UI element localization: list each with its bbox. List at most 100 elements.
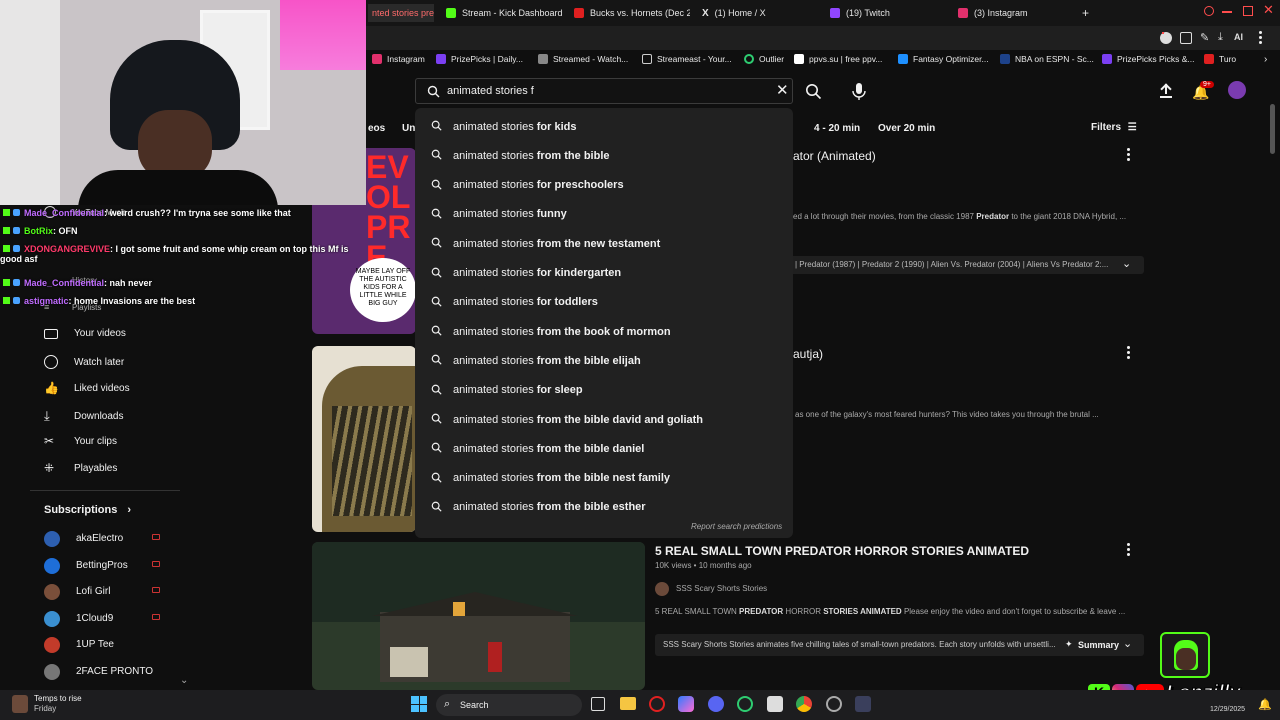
copilot-icon[interactable] (678, 696, 694, 712)
bookmark-fantasy[interactable]: Fantasy Optimizer... (898, 54, 989, 64)
close-window-icon[interactable]: ✕ (1263, 2, 1274, 18)
result-title[interactable]: 5 REAL SMALL TOWN PREDATOR HORROR STORIE… (655, 544, 1029, 558)
puzzle-icon[interactable] (1180, 32, 1192, 44)
bookmark-nba-espn[interactable]: NBA on ESPN - Sc... (1000, 54, 1094, 64)
report-predictions-link[interactable]: Report search predictions (691, 522, 782, 531)
capcut-icon[interactable] (767, 696, 783, 712)
more-options-icon[interactable] (1127, 543, 1133, 557)
app-icon[interactable] (855, 696, 871, 712)
tab-x[interactable]: X (1) Home / X (702, 4, 802, 22)
opera-icon[interactable] (649, 696, 665, 712)
tab-bucks-hornets[interactable]: Bucks vs. Hornets (Dec 2 (574, 4, 690, 22)
result-thumbnail-3[interactable] (312, 542, 645, 690)
bookmark-ppvs[interactable]: ppvs.su | free ppv... (794, 54, 882, 64)
tab-kick[interactable]: Stream - Kick Dashboard (446, 4, 566, 22)
new-tab-button[interactable]: + (1082, 4, 1094, 22)
subscription-item[interactable]: akaElectro (44, 531, 174, 547)
file-explorer-icon[interactable] (620, 697, 636, 710)
search-box[interactable]: animated stories f ✕ (415, 78, 793, 104)
chevron-down-icon[interactable]: ⌄ (1123, 637, 1132, 650)
search-suggestion[interactable]: animated stories for kids (415, 112, 793, 141)
bookmarks-more-icon[interactable]: › (1264, 54, 1267, 65)
menu-icon[interactable] (1259, 31, 1267, 45)
sidebar-item-playables[interactable]: ⁜ Playables (44, 461, 117, 475)
notification-center-icon[interactable]: 🔔 (1258, 698, 1272, 711)
filters-button[interactable]: Filters ☰ (1091, 122, 1137, 133)
chip-over-20-min[interactable]: Over 20 min (872, 118, 941, 138)
search-suggestion[interactable]: animated stories from the bible daniel (415, 434, 793, 463)
obs-icon[interactable] (737, 696, 753, 712)
maximize-icon[interactable] (1243, 6, 1253, 16)
bookmark-streamed[interactable]: Streamed - Watch... (538, 54, 628, 64)
bookmark-instagram[interactable]: Instagram (372, 54, 425, 64)
sidebar-scroll-down-icon[interactable]: ⌄ (180, 675, 188, 686)
avatar[interactable] (1228, 81, 1246, 99)
search-suggestion[interactable]: animated stories from the bible nest fam… (415, 464, 793, 493)
search-tabs-icon[interactable] (1204, 6, 1214, 16)
bookmark-outlier[interactable]: Outlier (744, 54, 784, 64)
subscription-item[interactable]: 1UP Tee (44, 637, 174, 654)
task-view-icon[interactable] (591, 697, 605, 711)
sidebar-item-downloads[interactable]: ⤓ Downloads (44, 408, 123, 424)
result-title[interactable]: autja) (793, 347, 823, 361)
subscription-item[interactable]: Lofi Girl (44, 584, 174, 601)
summary-button[interactable]: Summary (1078, 640, 1119, 650)
subscription-item[interactable]: 1Cloud9 (44, 610, 174, 627)
chrome-icon[interactable] (796, 696, 812, 712)
taskbar-search[interactable]: ⌕ Search (436, 694, 582, 716)
clear-search-icon[interactable]: ✕ (776, 81, 789, 99)
bookmark-prizepicks-picks[interactable]: PrizePicks Picks &... (1102, 54, 1194, 64)
sidebar-item-liked-videos[interactable]: 👍 Liked videos (44, 381, 130, 395)
search-suggestion[interactable]: animated stories from the book of mormon (415, 317, 793, 346)
upload-icon[interactable] (1160, 83, 1172, 98)
bookmark-streameast[interactable]: Streameast - Your... (642, 54, 732, 64)
search-suggestion[interactable]: animated stories for kindergarten (415, 259, 793, 288)
channel-avatar[interactable] (655, 582, 669, 596)
result-title[interactable]: ator (Animated) (793, 149, 876, 163)
sidebar-item-your-videos[interactable]: Your videos (44, 328, 126, 339)
search-suggestion[interactable]: animated stories from the bible esther (415, 493, 793, 522)
subscriptions-title: Subscriptions (44, 504, 118, 516)
search-input[interactable]: animated stories f (447, 85, 534, 97)
search-suggestion[interactable]: animated stories from the new testament (415, 229, 793, 258)
download-icon[interactable]: ⤓ (1218, 31, 1223, 44)
channel-name[interactable]: SSS Scary Shorts Stories (676, 584, 767, 593)
chip-4-20-min[interactable]: 4 - 20 min (808, 118, 866, 138)
tab-twitch[interactable]: (19) Twitch (830, 4, 930, 22)
result-thumbnail-2[interactable] (312, 346, 416, 532)
search-suggestion[interactable]: animated stories funny (415, 200, 793, 229)
sidebar-item-watch-later[interactable]: Watch later (44, 355, 124, 369)
weather-icon[interactable] (12, 695, 28, 713)
more-options-icon[interactable] (1127, 148, 1133, 162)
tab-active[interactable]: nted stories preda (368, 4, 434, 22)
subscription-item[interactable]: BettingPros (44, 557, 174, 574)
search-suggestion[interactable]: animated stories from the bible elijah (415, 346, 793, 375)
chapters-bar[interactable]: | Predator (1987) | Predator 2 (1990) | … (790, 256, 1144, 274)
suggestion-text: animated stories from the bible daniel (453, 443, 644, 455)
subscription-item[interactable]: 2FACE PRONTO (44, 664, 174, 680)
discord-icon[interactable] (708, 696, 724, 712)
search-suggestion[interactable]: animated stories from the bible david an… (415, 405, 793, 434)
minimize-icon[interactable] (1222, 11, 1232, 13)
search-suggestion[interactable]: animated stories for preschoolers (415, 171, 793, 200)
subscriptions-header[interactable]: Subscriptions › (44, 504, 131, 516)
search-suggestion[interactable]: animated stories from the bible (415, 141, 793, 170)
bookmark-prizepicks[interactable]: PrizePicks | Daily... (436, 54, 523, 64)
voice-search-button[interactable] (852, 83, 866, 105)
ai-button[interactable]: AI (1234, 32, 1243, 42)
settings-icon[interactable] (826, 696, 842, 712)
windows-start-icon[interactable] (411, 696, 427, 712)
search-suggestion[interactable]: animated stories for sleep (415, 376, 793, 405)
tab-instagram[interactable]: (3) Instagram (958, 4, 1068, 22)
ai-summary-bar[interactable]: SSS Scary Shorts Stories animates five c… (655, 634, 1144, 656)
chevron-down-icon[interactable]: ⌄ (1122, 257, 1131, 270)
more-options-icon[interactable] (1127, 346, 1133, 360)
search-button[interactable] (805, 83, 822, 105)
search-suggestion[interactable]: animated stories for toddlers (415, 288, 793, 317)
bookmark-turo[interactable]: Turo (1204, 54, 1236, 64)
pen-icon[interactable]: ✎ (1200, 31, 1209, 44)
weather-widget[interactable]: Temps to rise Friday (34, 694, 82, 714)
chip-videos[interactable]: eos (362, 118, 391, 138)
sidebar-item-your-clips[interactable]: ✂ Your clips (44, 434, 117, 448)
scrollbar-thumb[interactable] (1270, 104, 1275, 154)
